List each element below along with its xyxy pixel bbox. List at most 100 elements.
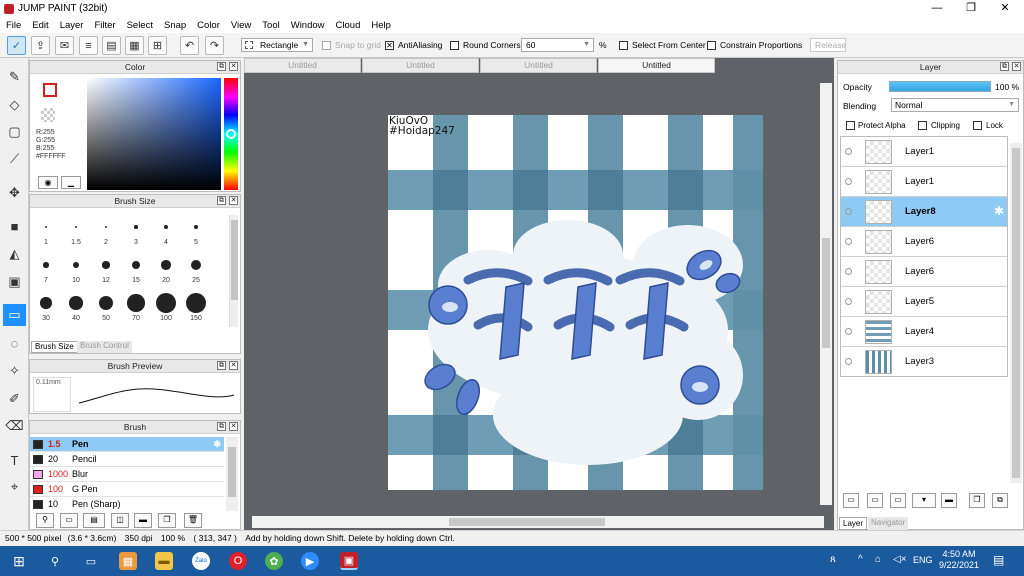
panel-close-icon[interactable]: ✕ (1012, 62, 1021, 71)
pen-line-icon[interactable]: ⟋ (3, 148, 26, 170)
file-explorer-icon[interactable]: ▬ (155, 552, 173, 570)
round-corners-checkbox[interactable] (450, 41, 459, 50)
folder-icon[interactable]: ▬ (941, 493, 957, 508)
drawing-canvas[interactable]: KiuOvO #Hoidap247 (388, 115, 763, 490)
notification-icon[interactable]: ▤ (993, 553, 1004, 567)
tab-brush-size[interactable]: Brush Size (31, 341, 78, 353)
brush-item-gpen[interactable]: 100 G Pen (30, 482, 224, 497)
grid-icon[interactable]: ⊞ (148, 36, 167, 55)
network-icon[interactable]: ⌂ (875, 554, 881, 565)
layer-row-selected[interactable]: Layer8 ✱ (841, 197, 1007, 227)
brush-size-option[interactable]: 50 (91, 293, 121, 322)
menu-select[interactable]: Select (127, 20, 153, 31)
tab-brush-control[interactable]: Brush Control (77, 341, 132, 353)
layer-row[interactable]: Layer1 (841, 137, 1007, 167)
hue-handle[interactable] (226, 129, 236, 139)
brush-item-pen[interactable]: 1.5 Pen ✱ (30, 437, 224, 452)
panel-close-icon[interactable]: ✕ (229, 422, 238, 431)
brush-size-option[interactable]: 70 (121, 293, 151, 322)
magic-wand-icon[interactable]: ✧ (3, 360, 26, 382)
antialiasing-checkbox[interactable]: ✕ (385, 41, 394, 50)
panel-float-icon[interactable]: ⧉ (1000, 62, 1009, 71)
brush-size-option[interactable]: 2 (91, 217, 121, 246)
app-icon-2[interactable]: ✿ (265, 552, 283, 570)
eyedropper-icon[interactable]: ⌖ (3, 476, 26, 498)
panel-float-icon[interactable]: ⧉ (217, 422, 226, 431)
menu-help[interactable]: Help (371, 20, 391, 31)
shape-select[interactable]: Rectangle ▼ (241, 38, 313, 52)
check-icon[interactable]: ✓ (7, 36, 26, 55)
menu-layer[interactable]: Layer (60, 20, 84, 31)
brush-size-option[interactable]: 15 (121, 255, 151, 284)
new-brush-icon[interactable]: ▭ (60, 513, 78, 528)
menu-snap[interactable]: Snap (164, 20, 186, 31)
close-button[interactable]: ✕ (988, 0, 1022, 17)
brush-size-option[interactable]: 150 (181, 293, 211, 322)
list-icon[interactable]: ≡ (79, 36, 98, 55)
clipping-checkbox[interactable] (918, 121, 927, 130)
brush-size-option[interactable]: 7 (31, 255, 61, 284)
task-view-icon[interactable]: ▭ (82, 552, 100, 570)
brush-size-option[interactable]: 5 (181, 217, 211, 246)
folder-icon[interactable]: ▬ (134, 513, 152, 528)
layer-row[interactable]: Layer6 (841, 227, 1007, 257)
foreground-color-swatch[interactable] (43, 83, 57, 97)
visibility-icon[interactable] (845, 328, 852, 335)
clock[interactable]: 4:50 AM 9/22/2021 (938, 549, 980, 571)
lasso-icon[interactable]: ◌ (3, 332, 26, 354)
gear-icon[interactable]: ✱ (994, 204, 1004, 218)
canvas-workspace[interactable]: Untitled Untitled Untitled Untitled KiuO… (244, 58, 834, 530)
menu-window[interactable]: Window (291, 20, 325, 31)
brush-size-scrollbar[interactable] (229, 215, 238, 327)
brush-icon[interactable]: ✎ (3, 66, 26, 88)
people-icon[interactable]: ጸ (830, 554, 836, 565)
release-button[interactable]: Release (810, 38, 846, 52)
layer-row[interactable]: Layer3 (841, 347, 1007, 376)
visibility-icon[interactable] (845, 238, 852, 245)
trash-icon[interactable]: 🗑 (184, 513, 202, 528)
brush-item-blur[interactable]: 1000 Blur (30, 467, 224, 482)
select-from-center-checkbox[interactable] (619, 41, 628, 50)
jump-paint-icon[interactable]: ▣ (340, 552, 358, 570)
copy-icon[interactable]: ❐ (158, 513, 176, 528)
visibility-icon[interactable] (845, 208, 852, 215)
app-icon-1[interactable]: ▦ (119, 552, 137, 570)
gradient-icon[interactable]: ▣ (3, 271, 26, 293)
merge-layer-icon[interactable]: ⧉ (992, 493, 1008, 508)
brush-settings-icon[interactable]: ◫ (111, 513, 129, 528)
new-layer-8bit-icon[interactable]: ▭ (867, 493, 883, 508)
speaker-icon[interactable]: ◁× (893, 554, 907, 565)
gear-icon[interactable]: ✱ (213, 437, 221, 451)
visibility-icon[interactable] (845, 298, 852, 305)
opera-icon[interactable]: O (229, 552, 247, 570)
menu-view[interactable]: View (231, 20, 251, 31)
visibility-icon[interactable] (845, 268, 852, 275)
panel-close-icon[interactable]: ✕ (229, 196, 238, 205)
menu-file[interactable]: File (6, 20, 21, 31)
rectangle-select-icon[interactable]: ▭ (3, 304, 26, 326)
comment-icon[interactable]: ✉ (55, 36, 74, 55)
layer-list-scrollbar[interactable] (1010, 143, 1022, 483)
fill-rect-icon[interactable]: ■ (3, 215, 26, 237)
new-layer-icon[interactable]: ▭ (843, 493, 859, 508)
brush-item-pen-sharp[interactable]: 10 Pen (Sharp) (30, 497, 224, 511)
share-icon[interactable]: ⇪ (31, 36, 50, 55)
opacity-slider[interactable] (889, 81, 991, 92)
copy-layer-icon[interactable]: ❐ (969, 493, 985, 508)
brush-list-scrollbar[interactable] (226, 437, 238, 511)
menu-edit[interactable]: Edit (32, 20, 48, 31)
menu-cloud[interactable]: Cloud (336, 20, 361, 31)
zalo-icon[interactable]: Zalo (192, 552, 210, 570)
chevron-up-icon[interactable]: ^ (858, 554, 863, 565)
layer-row[interactable]: Layer4 (841, 317, 1007, 347)
layer-row[interactable]: Layer5 (841, 287, 1007, 317)
blending-select[interactable]: Normal ▼ (891, 98, 1019, 112)
canvas-vertical-scrollbar[interactable] (820, 83, 832, 505)
constrain-proportions-checkbox[interactable] (707, 41, 716, 50)
panel-float-icon[interactable]: ⧉ (217, 196, 226, 205)
undo-icon[interactable]: ↶ (180, 36, 199, 55)
panel-float-icon[interactable]: ⧉ (217, 62, 226, 71)
round-value-input[interactable]: 60 ▼ (521, 38, 594, 52)
color-eyedrop-button[interactable]: ◉ (38, 176, 58, 189)
snap-to-grid-checkbox[interactable] (322, 41, 331, 50)
